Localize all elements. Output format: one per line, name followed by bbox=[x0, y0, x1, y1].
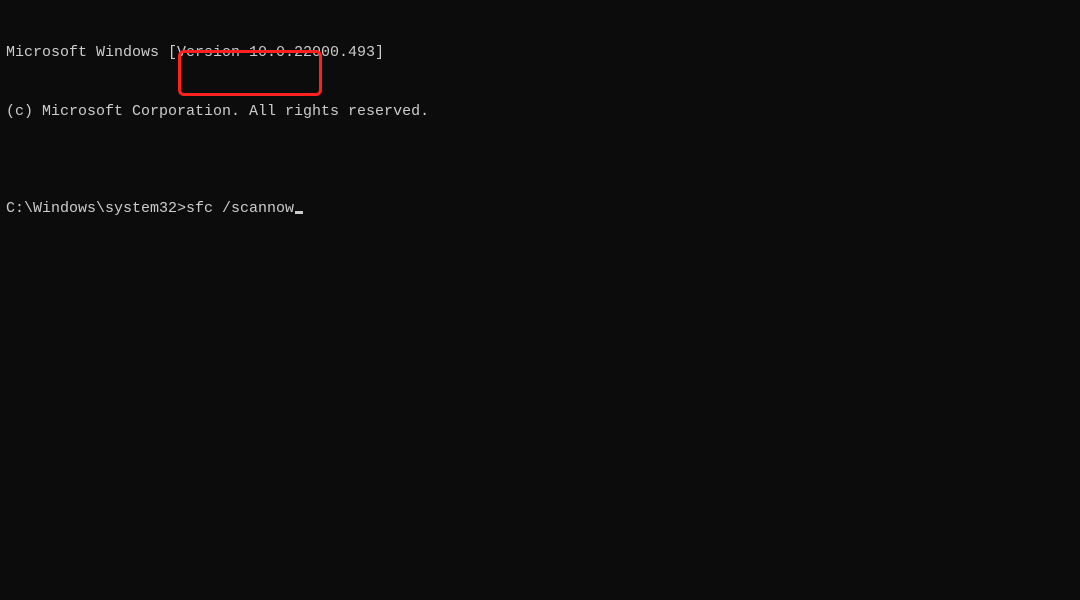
typed-command[interactable]: sfc /scannow bbox=[186, 199, 294, 219]
terminal-area[interactable]: Microsoft Windows [Version 10.0.22000.49… bbox=[0, 0, 1080, 242]
cursor-icon bbox=[295, 211, 303, 214]
prompt-path: C:\Windows\system32> bbox=[6, 199, 186, 219]
version-line: Microsoft Windows [Version 10.0.22000.49… bbox=[6, 43, 1074, 63]
copyright-line: (c) Microsoft Corporation. All rights re… bbox=[6, 102, 1074, 122]
command-prompt-line[interactable]: C:\Windows\system32>sfc /scannow bbox=[6, 199, 1074, 219]
